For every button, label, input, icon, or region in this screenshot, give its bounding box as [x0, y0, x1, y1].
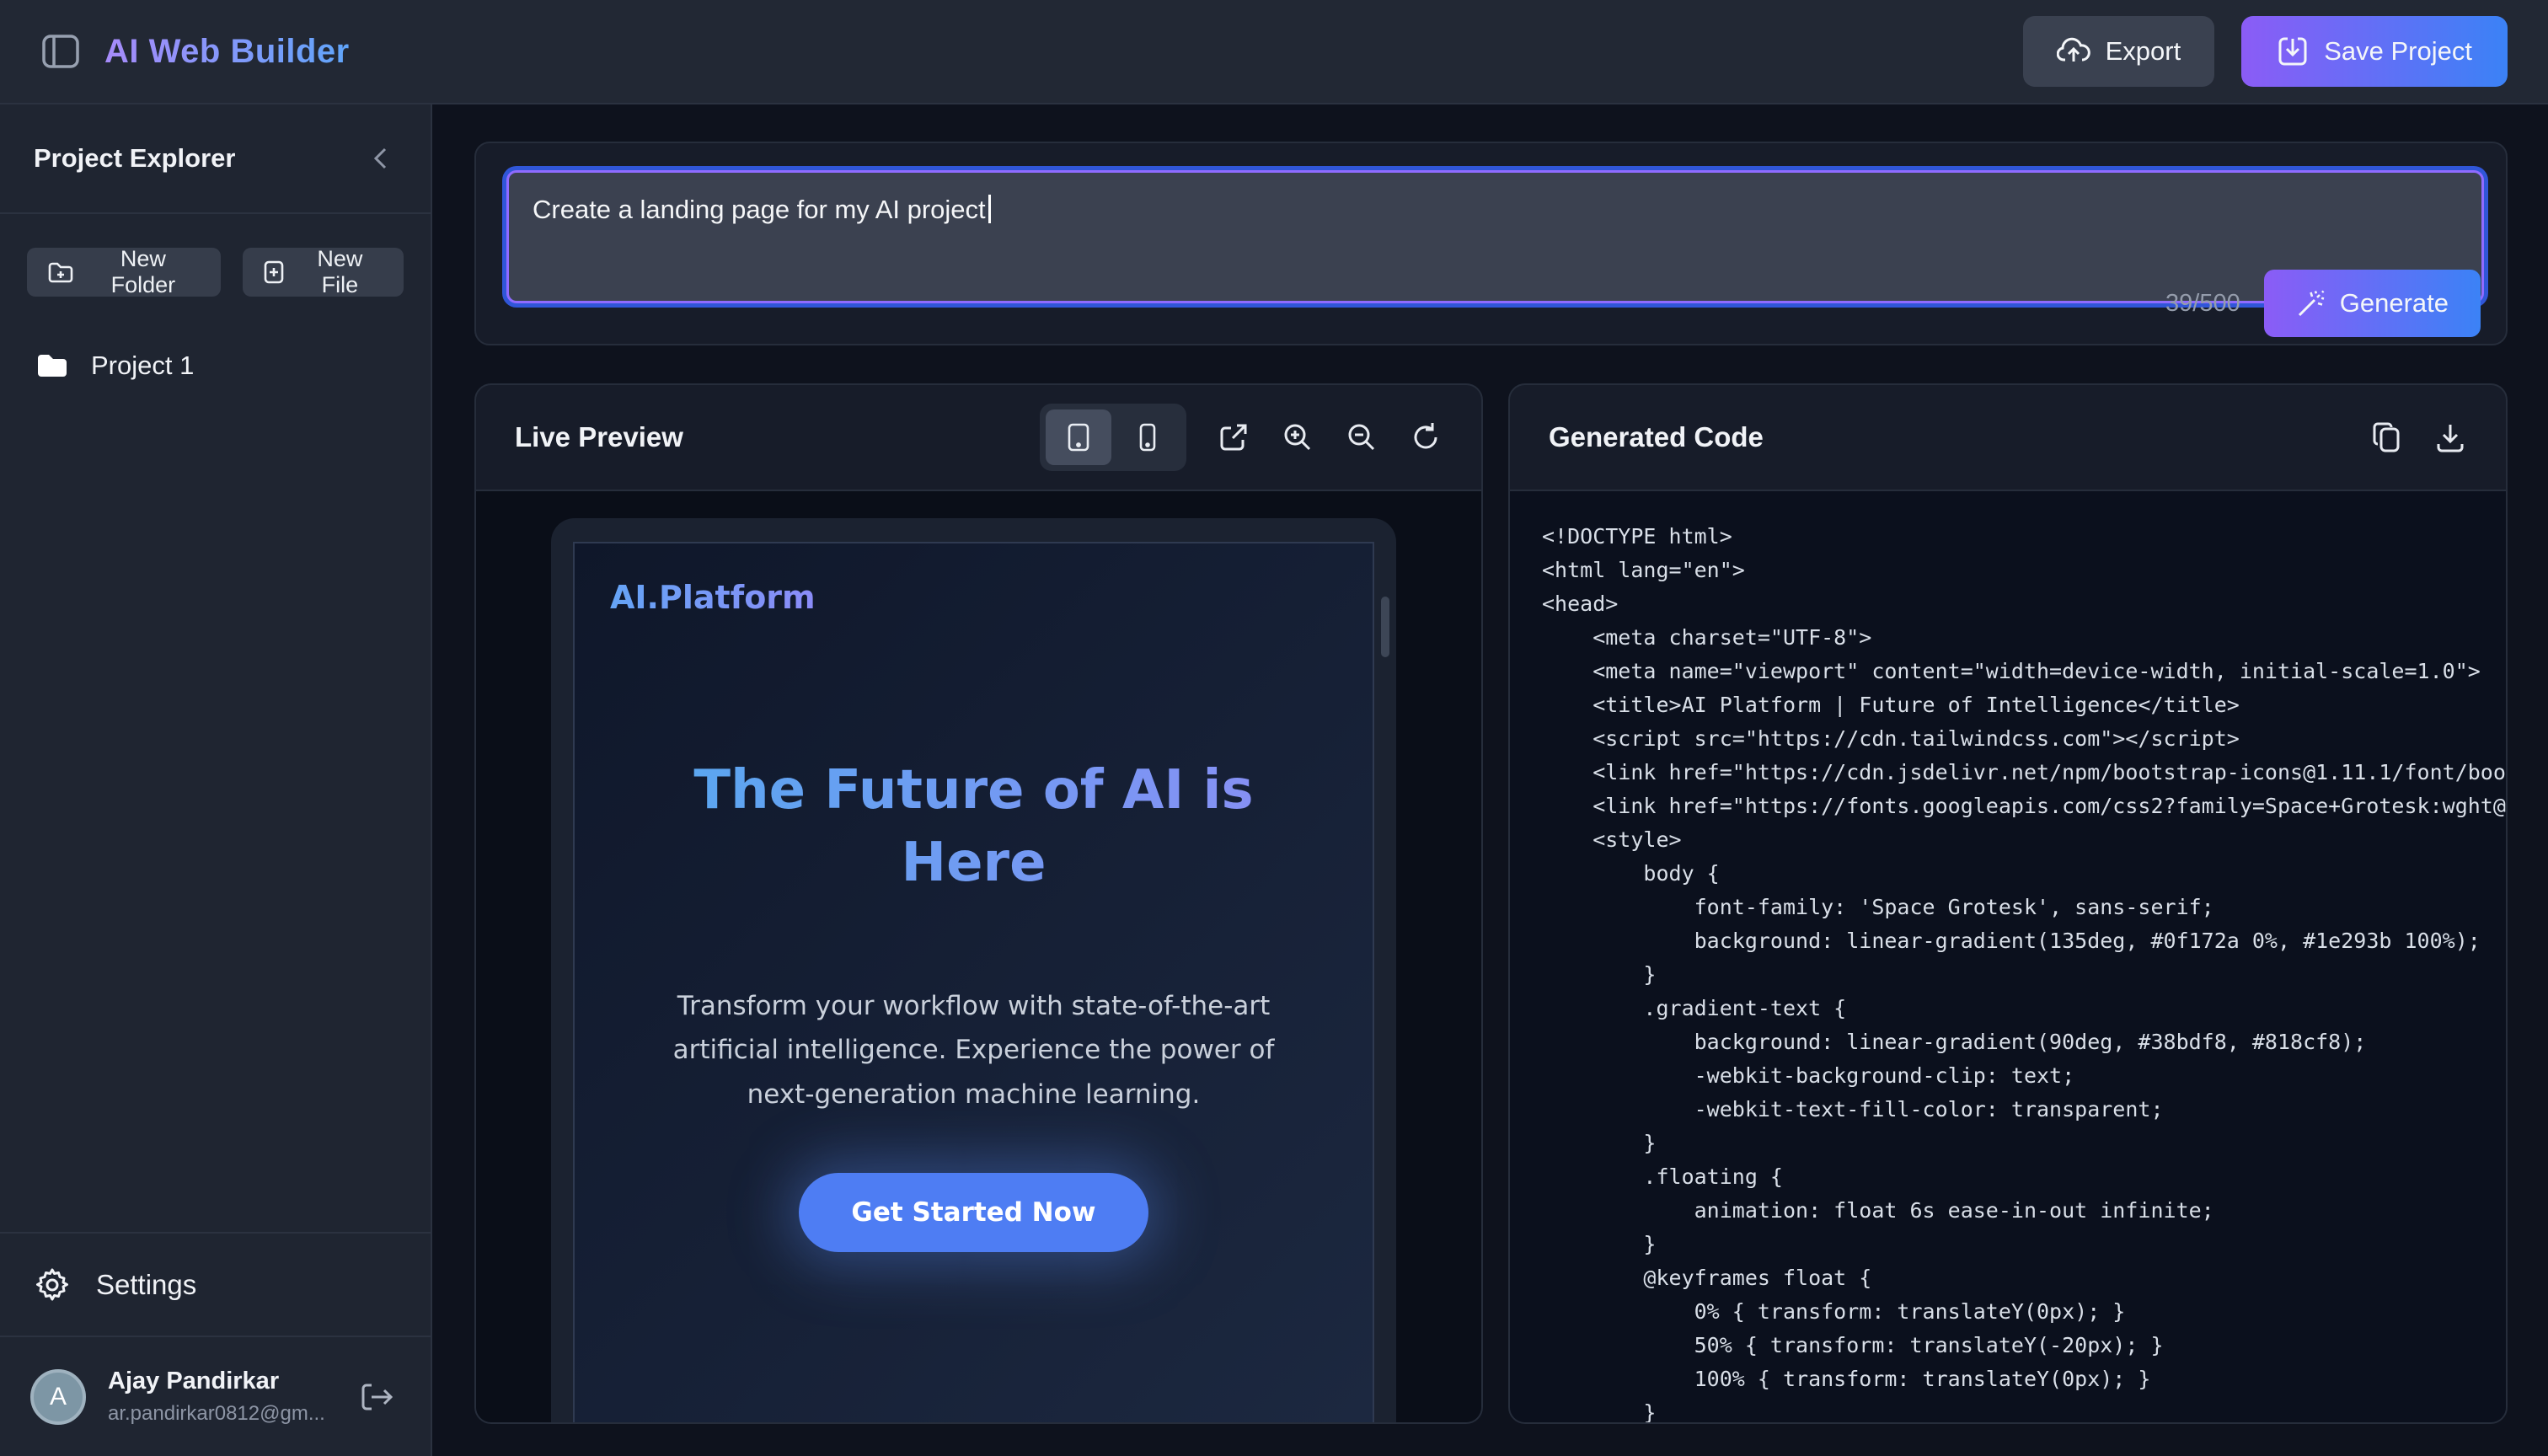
- code-line: 100% { transform: translateY(0px); }: [1542, 1362, 2506, 1396]
- zoom-out-icon[interactable]: [1345, 420, 1378, 454]
- preview-viewport: AI.Platform The Future of AI is Here Tra…: [476, 491, 1481, 1422]
- zoom-in-icon[interactable]: [1281, 420, 1314, 454]
- new-folder-button[interactable]: New Folder: [27, 248, 221, 297]
- code-line: background: linear-gradient(135deg, #0f1…: [1542, 924, 2506, 958]
- code-line: -webkit-background-clip: text;: [1542, 1059, 2506, 1093]
- rendered-page: AI.Platform The Future of AI is Here Tra…: [573, 542, 1374, 1422]
- device-frame: AI.Platform The Future of AI is Here Tra…: [551, 518, 1396, 1422]
- file-plus-icon: [263, 260, 285, 285]
- phone-view-button[interactable]: [1115, 410, 1180, 465]
- sidebar-item-settings[interactable]: Settings: [0, 1232, 431, 1336]
- prompt-card: Create a landing page for my AI project …: [474, 142, 2508, 345]
- code-line: }: [1542, 1228, 2506, 1261]
- copy-code-icon[interactable]: [2371, 420, 2403, 454]
- code-line: body {: [1542, 857, 2506, 891]
- user-email: ar.pandirkar0812@gm...: [108, 1402, 360, 1426]
- new-file-button[interactable]: New File: [243, 248, 404, 297]
- code-line: <meta name="viewport" content="width=dev…: [1542, 655, 2506, 688]
- generate-button[interactable]: Generate: [2264, 270, 2481, 337]
- generate-label: Generate: [2340, 288, 2449, 318]
- code-line: }: [1542, 958, 2506, 992]
- logout-icon[interactable]: [360, 1382, 393, 1412]
- preview-scrollbar-thumb[interactable]: [1381, 597, 1389, 657]
- code-line: <!DOCTYPE html>: [1542, 520, 2506, 554]
- folder-icon: [35, 352, 69, 379]
- save-project-label: Save Project: [2324, 36, 2472, 67]
- code-line: <link href="https://fonts.googleapis.com…: [1542, 790, 2506, 823]
- folder-plus-icon: [47, 260, 74, 284]
- user-profile: A Ajay Pandirkar ar.pandirkar0812@gm...: [0, 1336, 431, 1456]
- avatar: A: [30, 1369, 86, 1425]
- settings-label: Settings: [96, 1269, 196, 1301]
- live-preview-title: Live Preview: [515, 421, 683, 453]
- new-file-label: New File: [297, 246, 383, 298]
- open-external-icon[interactable]: [1217, 420, 1250, 454]
- tablet-icon: [1067, 422, 1090, 452]
- preview-site-logo: AI.Platform: [575, 543, 816, 616]
- magic-wand-icon: [2296, 288, 2326, 318]
- download-code-icon[interactable]: [2433, 420, 2467, 454]
- code-line: <html lang="en">: [1542, 554, 2506, 587]
- code-line: <link href="https://cdn.jsdelivr.net/npm…: [1542, 756, 2506, 790]
- save-icon: [2277, 35, 2309, 67]
- code-line: <meta charset="UTF-8">: [1542, 621, 2506, 655]
- smartphone-icon: [1138, 423, 1157, 452]
- main-content: Create a landing page for my AI project …: [432, 104, 2548, 1456]
- character-counter: 39/500: [2165, 290, 2240, 318]
- code-line: @keyframes float {: [1542, 1261, 2506, 1295]
- app-header: AI Web Builder Export Save Project: [0, 0, 2548, 104]
- code-block: <!DOCTYPE html><html lang="en"><head> <m…: [1510, 491, 2506, 1422]
- project-explorer-title: Project Explorer: [34, 143, 235, 174]
- code-line: font-family: 'Space Grotesk', sans-serif…: [1542, 891, 2506, 924]
- code-line: }: [1542, 1127, 2506, 1160]
- code-line: <head>: [1542, 587, 2506, 621]
- device-switcher: [1040, 404, 1186, 471]
- get-started-button[interactable]: Get Started Now: [799, 1173, 1148, 1252]
- code-line: <title>AI Platform | Future of Intellige…: [1542, 688, 2506, 722]
- project-label: Project 1: [91, 351, 194, 381]
- collapse-sidebar-icon[interactable]: [368, 144, 393, 173]
- prompt-value: Create a landing page for my AI project: [533, 195, 986, 224]
- generated-code-panel: Generated Code: [1508, 383, 2508, 1424]
- code-line: <script src="https://cdn.tailwindcss.com…: [1542, 722, 2506, 756]
- save-project-button[interactable]: Save Project: [2241, 16, 2508, 87]
- new-folder-label: New Folder: [86, 246, 201, 298]
- sidebar-toggle-icon[interactable]: [40, 33, 81, 70]
- code-line: .gradient-text {: [1542, 992, 2506, 1025]
- tablet-view-button[interactable]: [1046, 410, 1111, 465]
- code-line: .floating {: [1542, 1160, 2506, 1194]
- generated-code-title: Generated Code: [1549, 421, 1764, 453]
- app-title: AI Web Builder: [104, 33, 350, 71]
- text-cursor: [988, 195, 991, 223]
- code-line: 50% { transform: translateY(-20px); }: [1542, 1329, 2506, 1362]
- code-line: <style>: [1542, 823, 2506, 857]
- refresh-icon[interactable]: [1409, 420, 1443, 454]
- export-button[interactable]: Export: [2023, 16, 2215, 87]
- code-line: -webkit-text-fill-color: transparent;: [1542, 1093, 2506, 1127]
- preview-hero-paragraph: Transform your workflow with state-of-th…: [654, 984, 1294, 1117]
- sidebar-item-project-1[interactable]: Project 1: [27, 351, 404, 381]
- gear-icon: [34, 1266, 71, 1303]
- live-preview-panel: Live Preview: [474, 383, 1483, 1424]
- code-line: 0% { transform: translateY(0px); }: [1542, 1295, 2506, 1329]
- code-line: }: [1542, 1396, 2506, 1422]
- code-line: background: linear-gradient(90deg, #38bd…: [1542, 1025, 2506, 1059]
- preview-hero-heading: The Future of AI is Here: [637, 754, 1311, 900]
- cloud-upload-icon: [2057, 36, 2090, 67]
- user-name: Ajay Pandirkar: [108, 1368, 360, 1395]
- sidebar: Project Explorer New Folder: [0, 104, 432, 1456]
- code-line: animation: float 6s ease-in-out infinite…: [1542, 1194, 2506, 1228]
- export-label: Export: [2106, 36, 2181, 67]
